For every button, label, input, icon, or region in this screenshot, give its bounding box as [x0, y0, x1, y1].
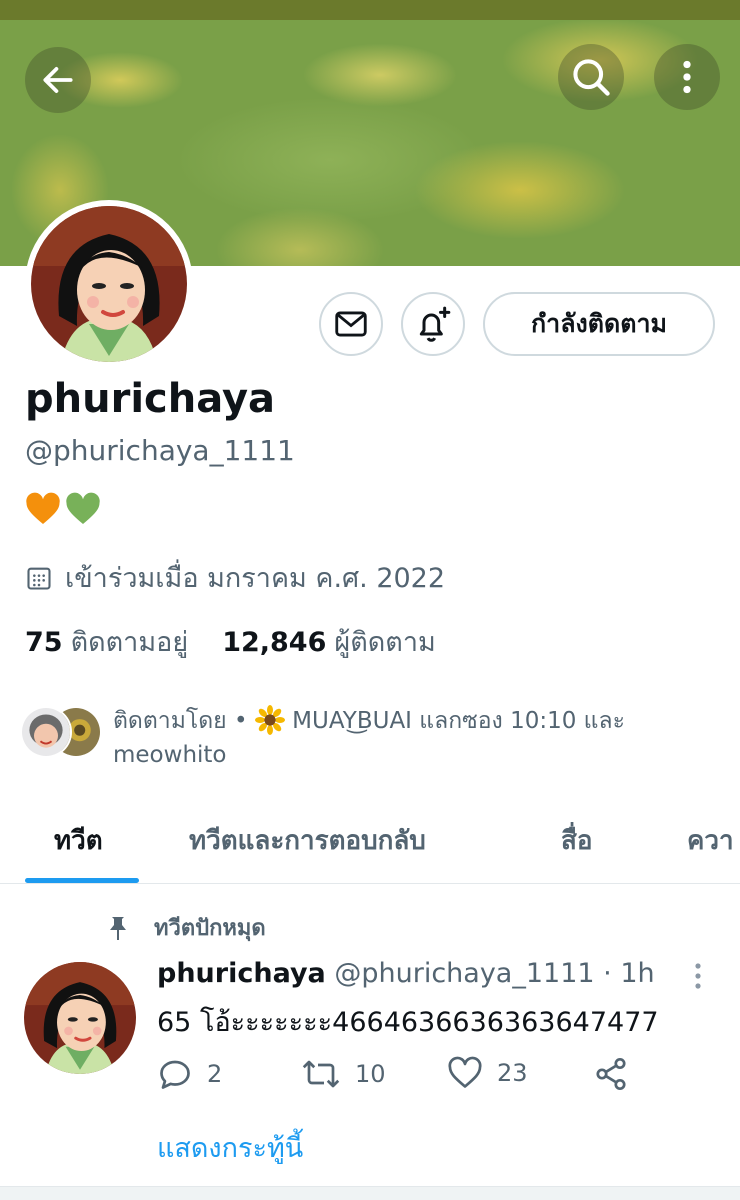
pinned-label: ทวีตปักหมุด: [154, 916, 266, 941]
tweet-header: phurichaya @phurichaya_1111 · 1h: [157, 958, 655, 989]
tweet-avatar-illustration: [24, 962, 136, 1074]
bell-plus-icon: [419, 306, 451, 342]
more-options-button[interactable]: [654, 44, 720, 110]
orange-heart-icon: [26, 492, 60, 524]
tweet-text: 65 โอ้ะะะะะะะ4664636636363647477: [157, 1007, 659, 1038]
retweet-button[interactable]: 10: [301, 1056, 386, 1092]
profile-bio: [25, 492, 101, 526]
followed-by-avatars: [20, 706, 104, 760]
profile-avatar[interactable]: [25, 200, 193, 368]
follow-counts: 75 ติดตามอยู่ 12,846 ผู้ติดตาม: [25, 620, 436, 663]
tweet-avatar[interactable]: [24, 962, 136, 1074]
heart-outline-icon: [448, 1056, 482, 1088]
back-button[interactable]: [25, 47, 91, 113]
mail-icon: [335, 311, 367, 337]
tab-tweets-and-replies[interactable]: ทวีตและการตอบกลับ: [189, 820, 426, 861]
sunflower-icon: [254, 705, 285, 735]
tweet-author-name[interactable]: phurichaya: [157, 958, 326, 989]
pinned-indicator: ทวีตปักหมุด: [106, 910, 266, 945]
notifications-button[interactable]: [401, 292, 465, 356]
tweet-more-icon[interactable]: [688, 960, 708, 992]
search-button[interactable]: [558, 44, 624, 110]
tweet-actions: 2 10 23: [157, 1056, 637, 1096]
user-handle: @phurichaya_1111: [25, 434, 295, 467]
status-bar: [0, 0, 740, 20]
green-heart-icon: [66, 492, 100, 524]
like-button[interactable]: 23: [447, 1056, 528, 1090]
reply-icon: [160, 1060, 190, 1089]
followers-count-link[interactable]: 12,846 ผู้ติดตาม: [222, 620, 436, 663]
calendar-icon: [27, 567, 51, 590]
tweet-meta: @phurichaya_1111 · 1h: [325, 958, 655, 989]
reply-button[interactable]: 2: [157, 1056, 222, 1092]
pin-icon: [110, 916, 126, 940]
join-date: เข้าร่วมเมื่อ มกราคม ค.ศ. 2022: [25, 556, 445, 599]
avatar-illustration: [31, 206, 187, 362]
retweet-icon: [302, 1060, 340, 1088]
join-date-text: เข้าร่วมเมื่อ มกราคม ค.ศ. 2022: [65, 563, 446, 594]
following-count-link[interactable]: 75 ติดตามอยู่: [25, 620, 188, 663]
arrow-left-icon: [43, 67, 73, 93]
following-button[interactable]: กำลังติดตาม: [483, 292, 715, 356]
search-icon: [573, 59, 610, 96]
more-vertical-icon: [683, 60, 691, 94]
share-button[interactable]: [593, 1056, 629, 1092]
next-tweet-divider: [0, 1186, 740, 1200]
profile-tabs: ทวีต ทวีตและการตอบกลับ สื่อ ควา: [0, 792, 740, 884]
tab-media[interactable]: สื่อ: [561, 820, 592, 861]
message-button[interactable]: [319, 292, 383, 356]
share-icon: [596, 1057, 626, 1091]
display-name: phurichaya: [25, 376, 276, 422]
active-tab-indicator: [25, 878, 139, 883]
tab-likes[interactable]: ควา: [687, 820, 734, 861]
followed-by-text: ติดตามโดย • MUAY͜BUAI แลกซอง 10:10 และ m…: [113, 704, 723, 772]
tab-tweets[interactable]: ทวีต: [54, 820, 103, 861]
show-thread-link[interactable]: แสดงกระทู้นี้: [157, 1126, 303, 1169]
follower-avatar-1: [20, 706, 72, 758]
